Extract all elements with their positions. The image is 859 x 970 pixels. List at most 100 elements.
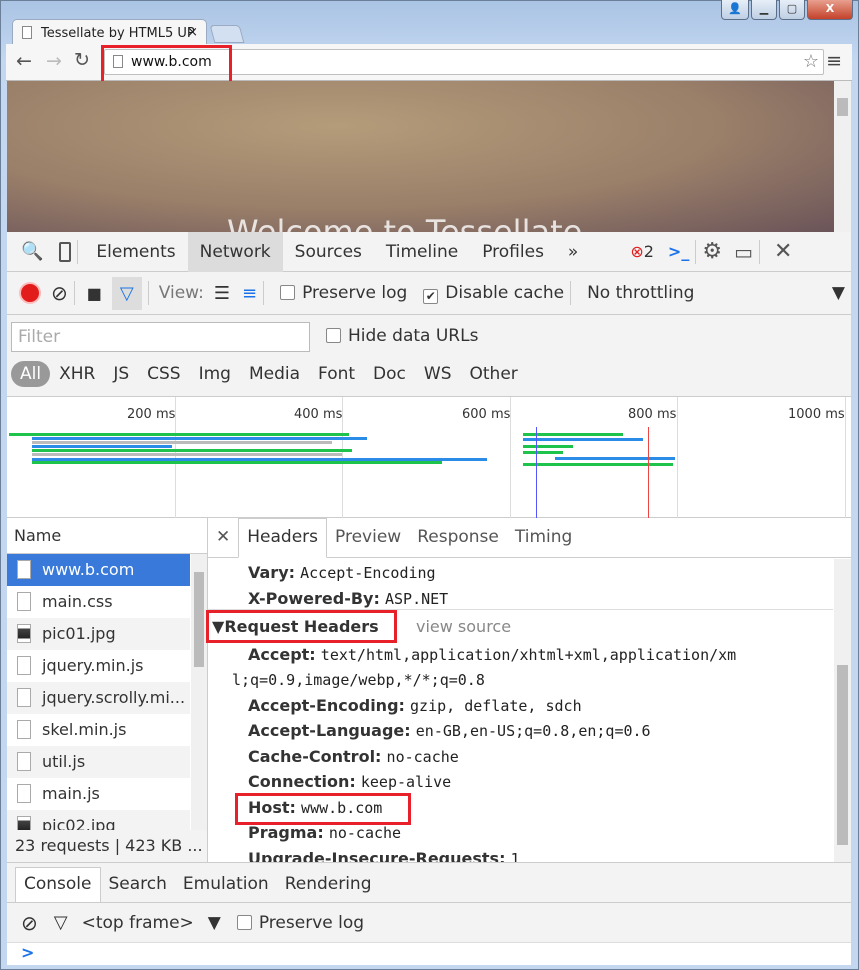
tick-label: 600 ms	[462, 407, 511, 422]
request-row[interactable]: main.js	[7, 778, 190, 810]
type-all[interactable]: All	[11, 361, 51, 387]
file-icon	[17, 656, 31, 675]
waterfall-bar	[32, 441, 332, 444]
headers-scrollbar[interactable]	[834, 559, 851, 862]
filter-icon[interactable]: ▽	[54, 912, 68, 933]
name-column-header[interactable]: Name	[7, 518, 207, 554]
request-row[interactable]: www.b.com	[7, 554, 190, 586]
overview-icon[interactable]: ≡	[242, 283, 257, 304]
file-icon	[17, 752, 31, 771]
type-ws[interactable]: WS	[415, 361, 461, 387]
tab-network[interactable]: Network	[187, 231, 283, 272]
console-prompt[interactable]: >	[7, 943, 851, 965]
reload-icon[interactable]: ↻	[74, 49, 90, 71]
tab-headers[interactable]: Headers	[238, 518, 328, 558]
close-devtools-icon[interactable]: ✕	[774, 239, 792, 264]
close-window-button[interactable]: X	[807, 0, 853, 20]
tab-preview[interactable]: Preview	[327, 527, 409, 557]
request-name: skel.min.js	[42, 720, 127, 739]
inspect-icon[interactable]: 🔍	[21, 241, 43, 262]
error-icon[interactable]: ⊗	[630, 242, 643, 261]
waterfall-bar	[523, 433, 623, 436]
drawer-tab-rendering[interactable]: Rendering	[277, 874, 380, 902]
filter-input[interactable]: Filter	[11, 322, 310, 352]
settings-gear-icon[interactable]: ⚙	[702, 239, 722, 264]
request-header: Upgrade-Insecure-Requests: 1	[248, 848, 520, 863]
waterfall-bar	[555, 457, 675, 460]
record-icon[interactable]	[21, 284, 39, 302]
tab-timeline[interactable]: Timeline	[374, 232, 470, 272]
tab-timing[interactable]: Timing	[507, 527, 580, 557]
console-preserve-log-checkbox[interactable]: Preserve log	[236, 913, 364, 933]
dropdown-arrow-icon[interactable]: ▼	[832, 283, 845, 303]
type-img[interactable]: Img	[190, 361, 240, 387]
browser-tab[interactable]: Tessellate by HTML5 UP ×	[12, 19, 207, 45]
tab-sources[interactable]: Sources	[283, 232, 374, 272]
clear-console-icon[interactable]: ⊘	[21, 911, 38, 935]
request-name: pic01.jpg	[42, 624, 116, 643]
dock-side-icon[interactable]: ▭	[734, 240, 753, 264]
new-tab-button[interactable]	[209, 25, 245, 43]
tab-response[interactable]: Response	[409, 527, 507, 557]
drawer-tab-emulation[interactable]: Emulation	[175, 874, 277, 902]
frame-select[interactable]: <top frame>	[82, 913, 194, 933]
type-xhr[interactable]: XHR	[50, 361, 104, 387]
request-row[interactable]: pic01.jpg	[7, 618, 190, 650]
type-font[interactable]: Font	[309, 361, 364, 387]
frame-dropdown-icon[interactable]: ▼	[208, 913, 221, 933]
drawer-tab-search[interactable]: Search	[101, 874, 175, 902]
maximize-button[interactable]: ▢	[779, 0, 805, 20]
request-summary: 23 requests | 423 KB ...	[7, 830, 207, 862]
disable-cache-checkbox[interactable]: ✔ Disable cache	[423, 283, 564, 304]
large-rows-icon[interactable]: ☰	[214, 283, 230, 304]
tick-label: 800 ms	[628, 407, 677, 422]
tab-profiles[interactable]: Profiles	[470, 232, 556, 272]
tab-elements[interactable]: Elements	[84, 232, 187, 272]
filter-icon[interactable]: ▽	[111, 276, 142, 310]
forward-icon[interactable]: →	[46, 50, 62, 72]
capture-screenshots-icon[interactable]: ■	[87, 284, 102, 303]
type-doc[interactable]: Doc	[364, 361, 415, 387]
request-header: Accept-Language: en-GB,en-US;q=0.8,en;q=…	[248, 721, 651, 740]
filter-bar: Filter Hide data URLs All XHR JS CSS Img…	[7, 315, 851, 397]
request-header: Cache-Control: no-cache	[248, 746, 459, 766]
waterfall-bar	[32, 449, 352, 452]
request-row[interactable]: skel.min.js	[7, 714, 190, 746]
view-source-link[interactable]: view source	[416, 617, 511, 636]
error-count[interactable]: 2	[644, 242, 654, 261]
clear-icon[interactable]: ⊘	[51, 281, 68, 305]
bookmark-star-icon[interactable]: ☆	[803, 51, 819, 72]
request-header: Accept-Encoding: gzip, deflate, sdch	[248, 695, 582, 715]
more-tabs-button[interactable]: »	[556, 232, 590, 272]
back-icon[interactable]: ←	[16, 50, 32, 72]
drawer-tab-console[interactable]: Console	[15, 867, 101, 902]
request-list-scrollbar[interactable]	[191, 554, 207, 830]
network-toolbar: ⊘ ■ ▽ View: ☰ ≡ Preserve log ✔ Disable ca…	[7, 272, 851, 315]
type-css[interactable]: CSS	[138, 361, 189, 387]
load-line	[648, 427, 649, 518]
console-drawer-icon[interactable]: >_	[668, 242, 689, 261]
type-js[interactable]: JS	[104, 361, 138, 387]
tick-label: 1000 ms	[788, 407, 845, 422]
profile-button[interactable]: 👤	[721, 0, 749, 20]
timeline-overview[interactable]: 200 ms 400 ms 600 ms 800 ms 1000 ms	[7, 397, 851, 518]
file-icon	[17, 560, 31, 579]
close-details-icon[interactable]: ✕	[208, 527, 238, 557]
request-row[interactable]: jquery.scrolly.mi...	[7, 682, 190, 714]
preserve-log-checkbox[interactable]: Preserve log	[280, 283, 407, 303]
hide-data-urls-checkbox[interactable]: Hide data URLs	[326, 326, 478, 346]
device-mode-icon[interactable]	[59, 241, 72, 262]
request-row[interactable]: jquery.min.js	[7, 650, 190, 682]
page-scrollbar[interactable]	[834, 81, 851, 232]
waterfall-bar	[32, 445, 172, 448]
minimize-button[interactable]: ▁	[751, 0, 777, 20]
request-row[interactable]: util.js	[7, 746, 190, 778]
request-row[interactable]: main.css	[7, 586, 190, 618]
waterfall-bar	[32, 453, 342, 456]
throttling-select[interactable]: No throttling	[587, 283, 787, 303]
type-media[interactable]: Media	[240, 361, 309, 387]
request-header: Accept: text/html,application/xhtml+xml,…	[248, 645, 737, 664]
menu-icon[interactable]: ≡	[826, 50, 842, 72]
close-tab-icon[interactable]: ×	[187, 25, 198, 40]
type-other[interactable]: Other	[461, 361, 527, 387]
